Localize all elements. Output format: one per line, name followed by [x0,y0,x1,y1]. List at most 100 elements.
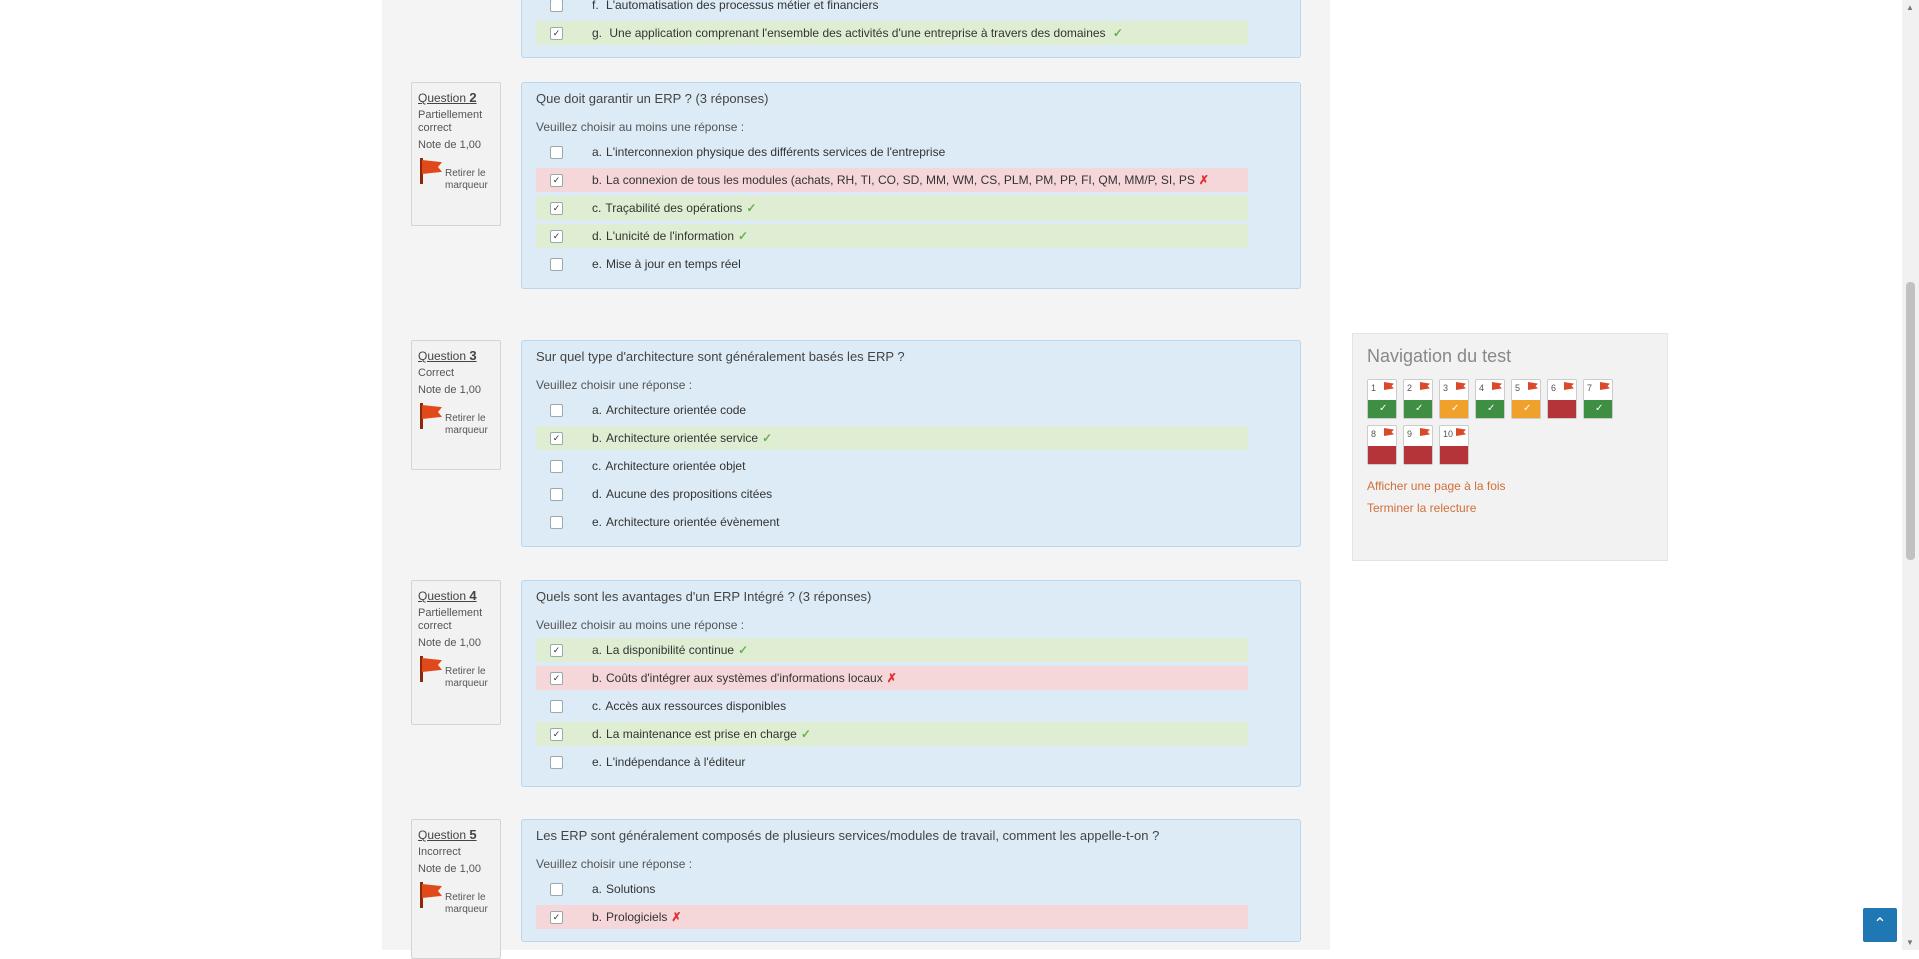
answer-option[interactable]: ✓ d. La maintenance est prise en charge ✓ [536,722,1248,746]
checkbox-checked[interactable]: ✓ [550,728,563,741]
checkbox-checked[interactable]: ✓ [550,644,563,657]
checkbox[interactable] [550,700,563,713]
result-status [1548,400,1576,418]
question-state: Correct [418,367,455,379]
question-text: Les ERP sont généralement composés de pl… [536,828,1160,843]
checkbox[interactable] [550,404,563,417]
answer-text: Architecture orientée objet [605,459,746,473]
checkbox[interactable] [550,883,563,896]
answer-option[interactable]: ✓ b. Coûts d'intégrer aux systèmes d'infor… [536,666,1248,690]
answer-option[interactable]: d. Aucune des propositions citées [536,482,1248,506]
vertical-scrollbar[interactable]: ▲ ▼ [1902,0,1919,950]
checkbox[interactable] [550,0,563,12]
checkbox-checked[interactable]: ✓ [550,202,563,215]
scroll-down-arrow-icon[interactable]: ▼ [1906,938,1914,947]
answer-text: Prologiciels [606,910,668,924]
flag-icon [1492,382,1502,390]
flag-label: Retirer le marqueur [445,666,488,689]
answer-option[interactable]: f. L'automatisation des processus métier… [536,0,1248,17]
question-text: Sur quel type d'architecture sont généra… [536,349,905,364]
answer-text: Accès aux ressources disponibles [605,699,787,713]
quiz-nav-button[interactable]: 4 ✓ [1475,379,1505,419]
quiz-nav-number: 9 [1407,429,1413,439]
answer-option[interactable]: ✓ b. Architecture orientée service ✓ [536,426,1248,450]
flag-question-toggle[interactable]: Retirer le marqueur [418,158,494,192]
checkbox[interactable] [550,146,563,159]
quiz-nav-number: 5 [1515,383,1521,393]
answer-option[interactable]: ✓ c. Traçabilité des opérations ✓ [536,196,1248,220]
answer-prompt: Veuillez choisir au moins une réponse : [536,618,745,632]
answer-option[interactable]: a. Solutions [536,877,1248,901]
flag-question-toggle[interactable]: Retirer le marqueur [418,403,494,437]
answer-option[interactable]: e. L'indépendance à l'éditeur [536,750,1248,774]
quiz-nav-button[interactable]: 6 [1547,379,1577,419]
checkbox[interactable] [550,516,563,529]
quiz-nav-button[interactable]: 7 ✓ [1583,379,1613,419]
question-state: Incorrect [418,846,461,858]
question-card: Que doit garantir un ERP ? (3 réponses) V… [521,82,1301,289]
answer-option[interactable]: ✓ a. La disponibilité continue ✓ [536,638,1248,662]
answer-option[interactable]: ✓ b. Prologiciels ✗ [536,905,1248,929]
checkbox[interactable] [550,488,563,501]
show-one-page-link[interactable]: Afficher une page à la fois [1367,479,1653,493]
answer-text: La maintenance est prise en charge [606,727,797,741]
checkbox-checked[interactable]: ✓ [550,432,563,445]
check-icon: ✓ [1379,403,1388,414]
flag-icon [1384,382,1394,390]
result-status [1368,446,1396,464]
flag-icon [1600,382,1610,390]
checkbox-checked[interactable]: ✓ [550,230,563,243]
checkbox-checked[interactable]: ✓ [550,174,563,187]
incorrect-cross-icon: ✗ [886,671,897,685]
checkbox[interactable] [550,756,563,769]
answer-letter: f. [592,0,599,12]
quiz-nav-button[interactable]: 1 ✓ [1367,379,1397,419]
checkbox-checked[interactable]: ✓ [550,27,563,40]
quiz-nav-number: 1 [1371,383,1377,393]
question-mark: Note de 1,00 [418,139,481,151]
flag-question-toggle[interactable]: Retirer le marqueur [418,882,494,916]
quiz-nav-button[interactable]: 9 [1403,425,1433,465]
answer-prompt: Veuillez choisir une réponse : [536,857,693,871]
quiz-nav-button[interactable]: 2 ✓ [1403,379,1433,419]
scrollbar-thumb[interactable] [1906,282,1915,560]
question-number: Question 2 [418,90,477,105]
result-status: ✓ [1404,400,1432,418]
answer-option[interactable]: a. L'interconnexion physique des différen… [536,140,1248,164]
flag-question-toggle[interactable]: Retirer le marqueur [418,656,494,690]
chevron-up-icon: ⌃ [1873,916,1887,933]
answer-option[interactable]: ✓ b. La connexion de tous les modules (ach… [536,168,1248,192]
result-status: ✓ [1512,400,1540,418]
quiz-nav-button[interactable]: 3 ✓ [1439,379,1469,419]
answer-option[interactable]: ✓ d. L'unicité de l'information ✓ [536,224,1248,248]
question-number: Question 3 [418,348,477,363]
check-icon: ✓ [1415,403,1424,414]
back-to-top-button[interactable]: ⌃ [1863,908,1897,942]
quiz-nav-number: 4 [1479,383,1485,393]
checkbox[interactable] [550,258,563,271]
scroll-up-arrow-icon[interactable]: ▲ [1906,3,1914,12]
correct-check-icon: ✓ [738,229,749,243]
question-card: Quels sont les avantages d'un ERP Intégr… [521,580,1301,787]
answer-text: L'unicité de l'information [606,229,735,243]
answer-letter: d. [592,487,603,501]
answer-option[interactable]: e. Mise à jour en temps réel [536,252,1248,276]
answer-letter: g. [592,26,603,40]
finish-review-link[interactable]: Terminer la relecture [1367,501,1653,515]
quiz-nav-button[interactable]: 5 ✓ [1511,379,1541,419]
quiz-nav-button[interactable]: 10 [1439,425,1469,465]
question-text: Quels sont les avantages d'un ERP Intégr… [536,589,872,604]
flag-icon [418,656,442,682]
answer-option[interactable]: c. Accès aux ressources disponibles [536,694,1248,718]
answer-option[interactable]: c. Architecture orientée objet [536,454,1248,478]
answer-option[interactable]: e. Architecture orientée évènement [536,510,1248,534]
answer-text: L'indépendance à l'éditeur [606,755,746,769]
checkbox-checked[interactable]: ✓ [550,672,563,685]
checkbox-checked[interactable]: ✓ [550,911,563,924]
answer-option[interactable]: a. Architecture orientée code [536,398,1248,422]
checkbox[interactable] [550,460,563,473]
answer-text: Architecture orientée service [606,431,759,445]
quiz-nav-button[interactable]: 8 [1367,425,1397,465]
answer-letter: e. [592,515,603,529]
answer-option[interactable]: ✓ g. Une application comprenant l'ensemb… [536,21,1248,45]
